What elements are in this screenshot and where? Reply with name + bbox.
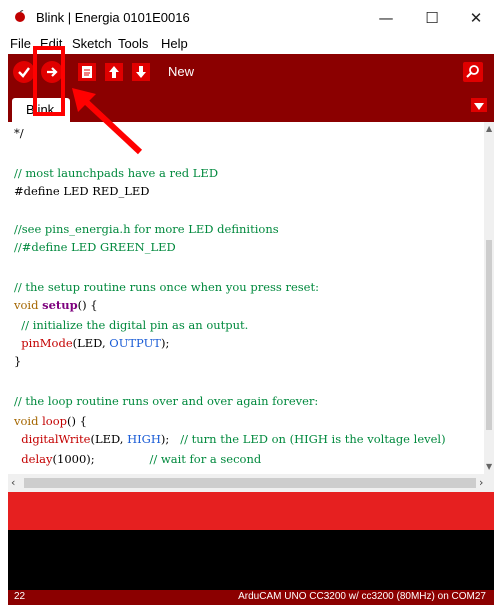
code-line: //#define LED GREEN_LED [14,240,176,254]
code-line: // the loop routine runs over and over a… [14,394,319,408]
code-token: ); [160,432,181,446]
code-token: pinMode [14,336,73,350]
arrow-up-icon [109,66,119,78]
code-token: setup [42,298,78,312]
arrow-down-icon [136,66,146,78]
code-line: void setup() { [14,298,98,312]
code-line: void loop() { [14,414,87,428]
code-line: // most launchpads have a red LED [14,166,219,180]
menu-help[interactable]: Help [161,36,188,51]
code-token: loop [42,414,68,428]
menu-sketch[interactable]: Sketch [72,36,112,51]
title-bar: Blink | Energia 0101E0016 — ☐ ✕ [0,0,494,34]
open-button[interactable] [105,63,123,81]
code-line: */ [14,126,24,140]
code-token: void [14,414,43,428]
code-token: (1000); [52,452,150,466]
window-title: Blink | Energia 0101E0016 [36,10,190,25]
code-line: #define LED RED_LED [14,184,150,198]
console-output [8,530,494,590]
energia-logo-icon [15,10,25,22]
board-info: ArduCAM UNO CC3200 w/ cc3200 (80MHz) on … [238,591,486,602]
serial-monitor-button[interactable] [463,62,483,82]
menu-tools[interactable]: Tools [118,36,148,51]
vertical-scroll-thumb[interactable] [486,240,492,430]
code-token: void [14,298,43,312]
console-status-bar [8,492,494,530]
code-line: delay(1000); // wait for a second [14,452,261,466]
toolbar-hover-label: New [168,64,195,79]
close-button[interactable]: ✕ [460,6,492,30]
new-sketch-button[interactable] [78,63,96,81]
code-line: } [14,354,22,368]
tab-menu-button[interactable] [471,98,487,112]
code-token: delay [14,452,53,466]
code-line: // initialize the digital pin as an outp… [14,318,249,332]
document-icon [82,66,92,78]
status-bar: 22 ArduCAM UNO CC3200 w/ cc3200 (80MHz) … [8,590,494,605]
save-button[interactable] [132,63,150,81]
code-token: // wait for a second [149,452,262,466]
code-line: //see pins_energia.h for more LED defini… [14,222,279,236]
annotation-arrow-icon [72,88,143,155]
scroll-down-icon[interactable]: ▼ [486,462,492,471]
scroll-right-icon[interactable]: › [479,476,483,489]
code-line: digitalWrite(LED, HIGH); // turn the LED… [14,432,446,446]
menu-bar: File Edit Sketch Tools Help [0,34,494,54]
magnifier-icon [466,65,479,78]
code-token: (LED, [90,432,128,446]
scroll-up-icon[interactable]: ▲ [486,124,492,133]
code-token: HIGH [127,432,161,446]
code-token: () { [67,414,87,428]
code-editor[interactable]: */ // most launchpads have a red LED #de… [8,122,484,474]
code-token: (LED, [72,336,110,350]
maximize-button[interactable]: ☐ [416,6,448,30]
verify-button[interactable] [13,61,35,83]
menu-file[interactable]: File [10,36,31,51]
minimize-button[interactable]: — [370,6,402,30]
code-line: pinMode(LED, OUTPUT); [14,336,169,350]
scroll-left-icon[interactable]: ‹ [11,476,15,489]
code-token: digitalWrite [14,432,91,446]
code-line: // the setup routine runs once when you … [14,280,319,294]
horizontal-scroll-thumb[interactable] [24,478,476,488]
line-number: 22 [14,591,26,602]
code-token: ); [160,336,170,350]
check-icon [18,67,30,78]
triangle-down-icon [474,103,484,110]
code-token: () { [77,298,98,312]
code-token: OUTPUT [109,336,161,350]
code-token: // turn the LED on (HIGH is the voltage … [180,432,446,446]
